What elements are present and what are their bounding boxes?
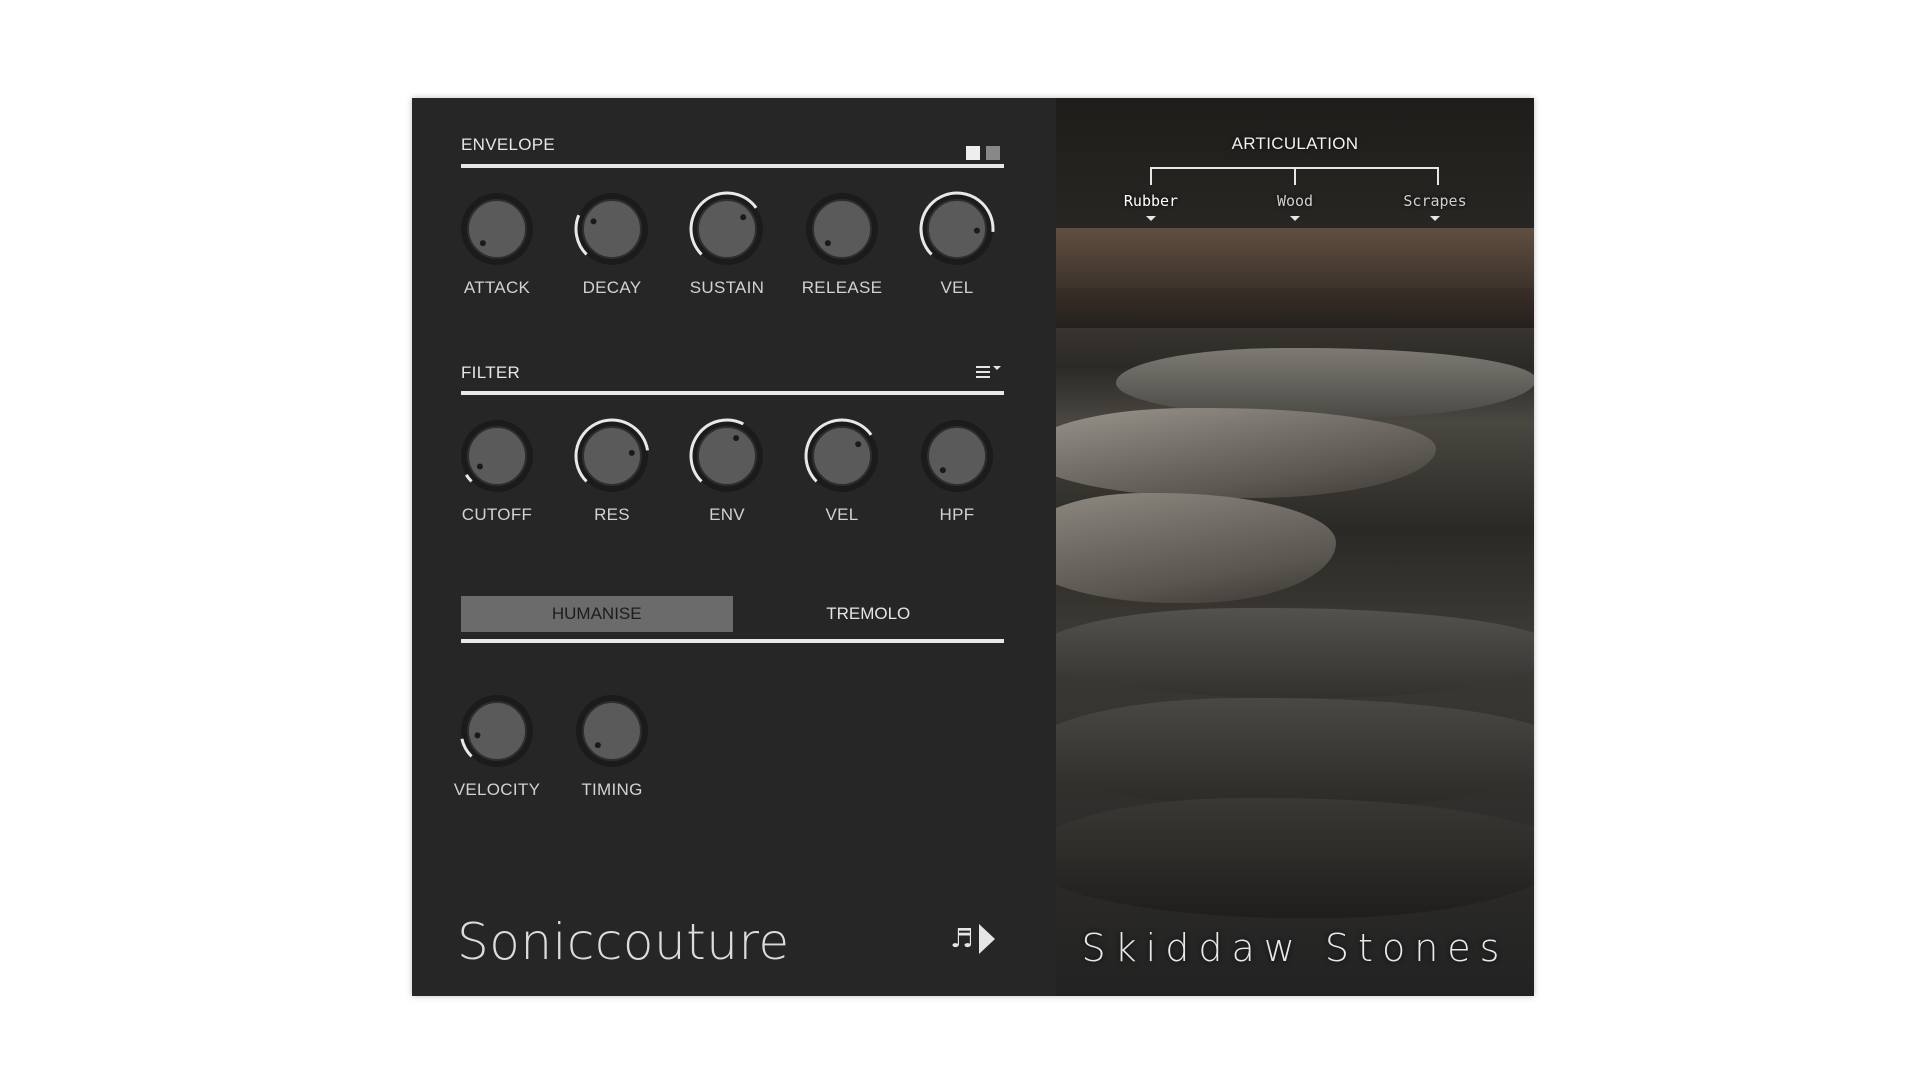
knob-indicator (973, 227, 980, 234)
knob-body (582, 701, 642, 761)
knob-body (467, 701, 527, 761)
knob-indicator (855, 441, 862, 448)
knob-dial[interactable] (571, 415, 653, 497)
knob-dial[interactable] (801, 188, 883, 270)
knob-body (812, 199, 872, 259)
knob-dial[interactable] (456, 690, 538, 772)
knob-label: HPF (939, 505, 975, 524)
artwork-panel: ARTICULATION Rubber Wood Scrapes Skiddaw… (1056, 98, 1534, 996)
mode-square-1[interactable] (966, 146, 980, 160)
knob-body (812, 426, 872, 486)
knob-sustain[interactable]: SUSTAIN (679, 188, 775, 298)
knob-env[interactable]: ENV (679, 415, 775, 525)
stone-slab (1056, 698, 1534, 808)
knob-indicator (594, 742, 601, 749)
knob-dial[interactable] (686, 188, 768, 270)
envelope-divider (461, 164, 1004, 168)
knob-res[interactable]: RES (564, 415, 660, 525)
knob-label: SUSTAIN (689, 278, 765, 297)
knob-indicator (824, 240, 831, 247)
stone-slab (1056, 608, 1534, 698)
articulation-title: ARTICULATION (1231, 134, 1359, 153)
menu-icon[interactable] (974, 363, 1004, 383)
chevron-down-icon (1290, 216, 1300, 221)
stone-slab (1056, 408, 1436, 498)
knob-label: RES (594, 505, 630, 524)
mode-toggle-icon[interactable] (966, 146, 1000, 160)
articulation-bracket (1150, 167, 1439, 185)
knob-indicator (590, 218, 597, 225)
stone-slab (1056, 798, 1534, 918)
knob-indicator (740, 214, 747, 221)
chevron-down-icon (1430, 216, 1440, 221)
knob-dial[interactable] (456, 415, 538, 497)
wood-plank (1056, 288, 1534, 328)
knob-timing[interactable]: TIMING (564, 690, 660, 800)
knob-hpf[interactable]: HPF (909, 415, 1005, 525)
knob-label: TIMING (581, 780, 643, 799)
knob-label: ENV (709, 505, 745, 524)
product-name: Skiddaw Stones (1081, 926, 1509, 970)
tabs-divider (461, 639, 1004, 643)
knob-label: VELOCITY (453, 780, 541, 799)
articulation-wood[interactable]: Wood (1240, 192, 1350, 221)
articulation-option-label: Wood (1276, 192, 1314, 210)
knob-velocity[interactable]: VELOCITY (449, 690, 545, 800)
knob-body (927, 426, 987, 486)
knob-dial[interactable] (916, 415, 998, 497)
stone-slab (1056, 493, 1336, 603)
instrument-panel: ENVELOPE ATTACK DECAY SUSTAIN RELEASE VE… (412, 98, 1534, 996)
knob-body (582, 199, 642, 259)
articulation-option-label: Rubber (1123, 192, 1179, 210)
knob-label: DECAY (582, 278, 642, 297)
brand-logo: Soniccouture (457, 913, 790, 971)
knob-attack[interactable]: ATTACK (449, 188, 545, 298)
controls-panel: ENVELOPE ATTACK DECAY SUSTAIN RELEASE VE… (412, 98, 1056, 996)
knob-body (582, 426, 642, 486)
tab-tremolo[interactable]: TREMOLO (733, 596, 1005, 632)
knob-indicator (939, 467, 946, 474)
articulation-option-label: Scrapes (1403, 192, 1467, 210)
knob-body (467, 199, 527, 259)
knob-dial[interactable] (916, 188, 998, 270)
knob-indicator (474, 732, 481, 739)
knob-filter-vel[interactable]: VEL (794, 415, 890, 525)
mode-square-2[interactable] (986, 146, 1000, 160)
tab-bar: HUMANISE TREMOLO (461, 596, 1004, 632)
footer-controls: ♬ (950, 924, 996, 954)
knob-dial[interactable] (456, 188, 538, 270)
knob-label: ATTACK (463, 278, 531, 297)
knob-body (467, 426, 527, 486)
knob-env-vel[interactable]: VEL (909, 188, 1005, 298)
knob-dial[interactable] (801, 415, 883, 497)
knob-indicator (479, 240, 486, 247)
knob-indicator (733, 435, 740, 442)
articulation-scrapes[interactable]: Scrapes (1380, 192, 1490, 221)
articulation-rubber[interactable]: Rubber (1096, 192, 1206, 221)
wood-plank (1056, 228, 1534, 288)
knob-dial[interactable] (686, 415, 768, 497)
play-icon[interactable] (979, 924, 996, 954)
knob-dial[interactable] (571, 690, 653, 772)
knob-indicator (628, 449, 635, 456)
knob-label: VEL (940, 278, 974, 297)
envelope-title: ENVELOPE (461, 135, 556, 154)
knob-label: RELEASE (801, 278, 883, 297)
knob-dial[interactable] (571, 188, 653, 270)
tab-humanise[interactable]: HUMANISE (461, 596, 733, 632)
knob-body (697, 426, 757, 486)
knob-label: VEL (825, 505, 859, 524)
chevron-down-icon (1146, 216, 1156, 221)
music-note-icon[interactable]: ♬ (950, 926, 973, 952)
knob-label: CUTOFF (461, 505, 533, 524)
filter-divider (461, 391, 1004, 395)
filter-title: FILTER (461, 363, 521, 382)
knob-indicator (476, 463, 483, 470)
knob-release[interactable]: RELEASE (794, 188, 890, 298)
knob-cutoff[interactable]: CUTOFF (449, 415, 545, 525)
knob-body (697, 199, 757, 259)
knob-decay[interactable]: DECAY (564, 188, 660, 298)
